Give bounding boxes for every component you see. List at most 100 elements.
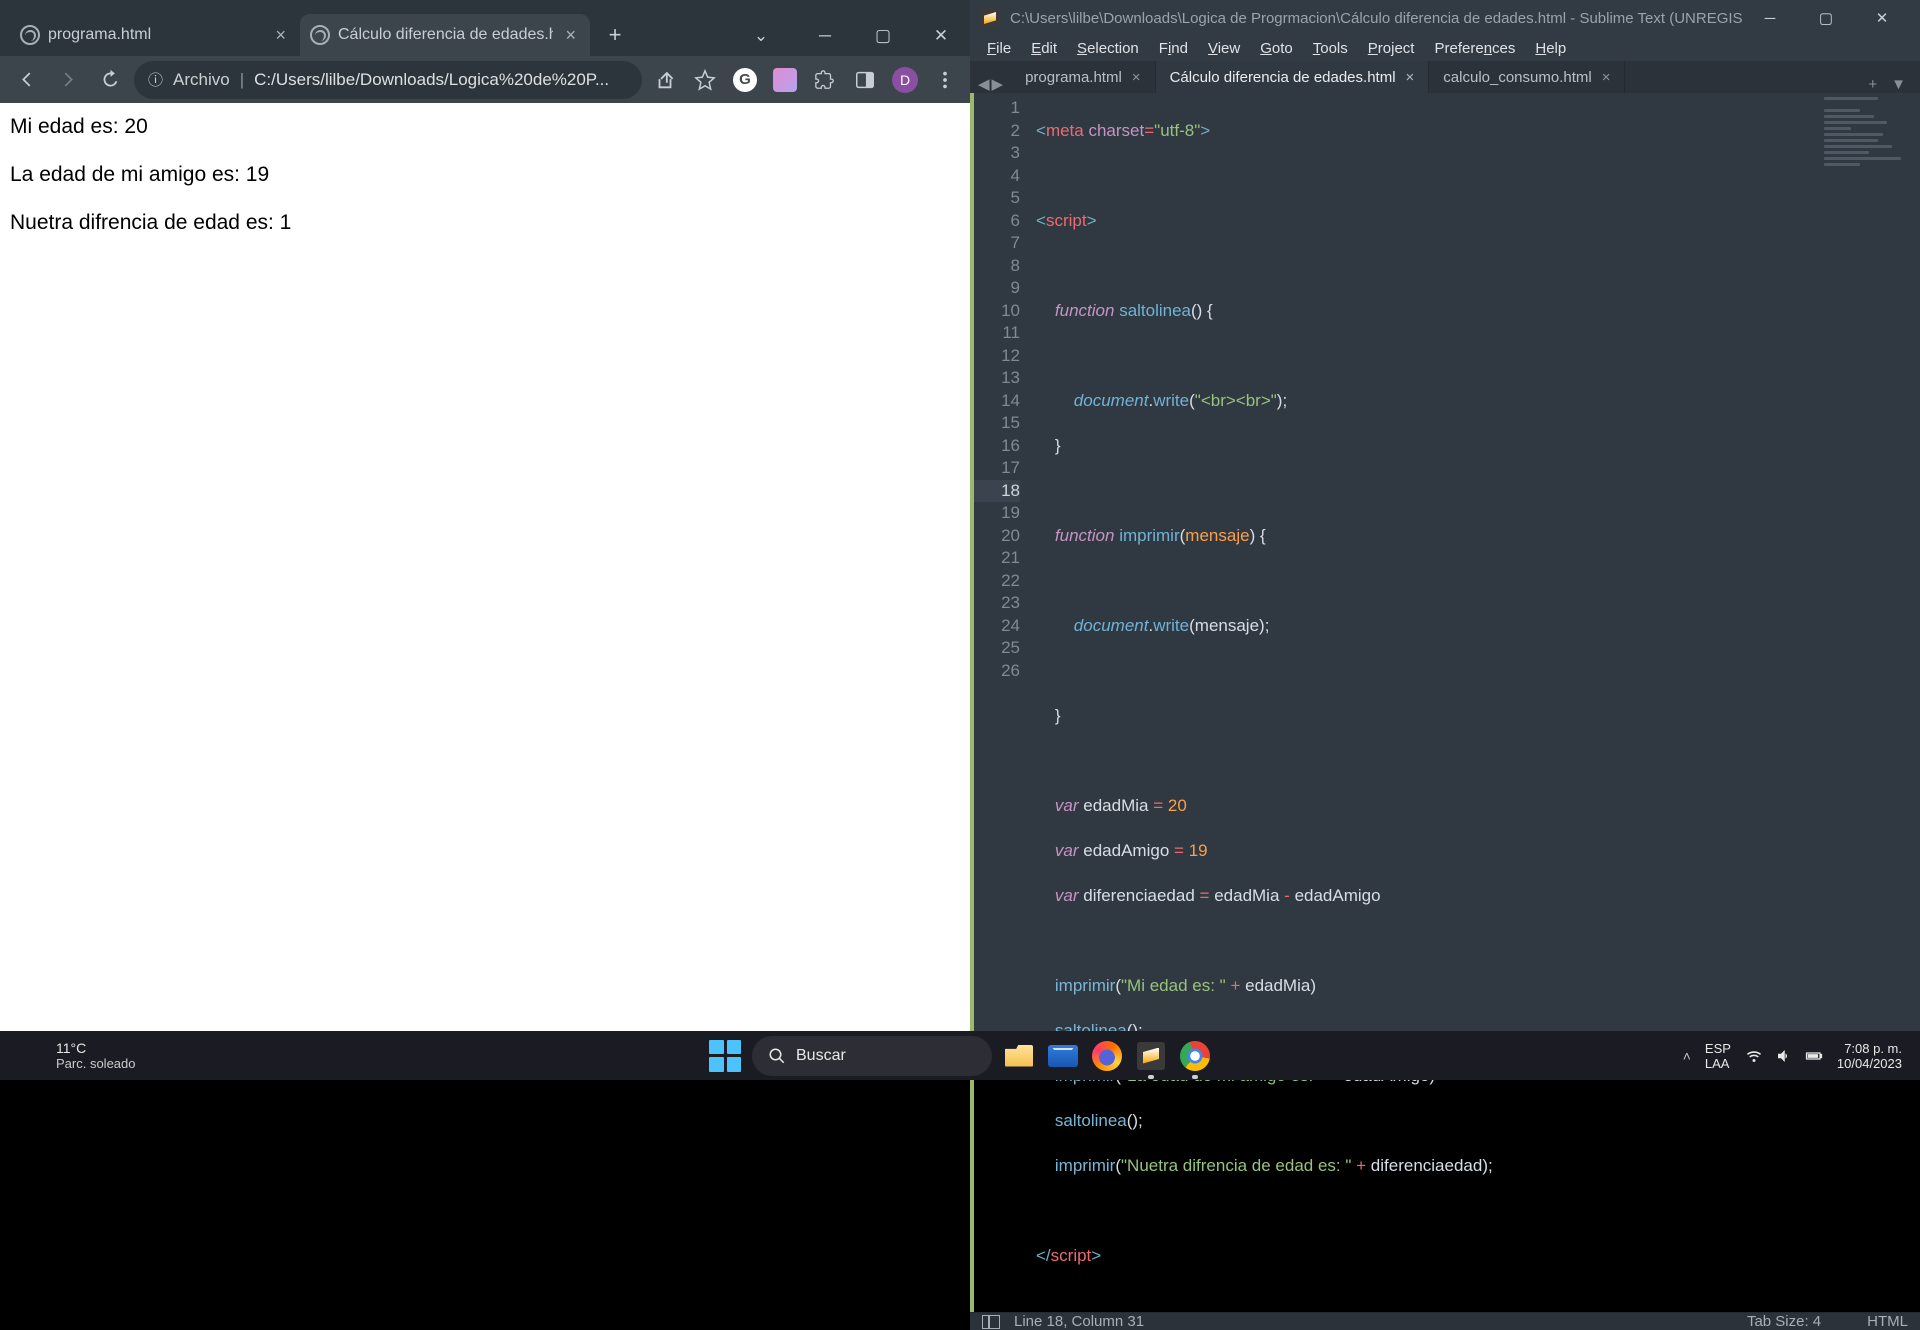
url-scheme: Archivo	[173, 70, 230, 90]
menu-tools[interactable]: Tools	[1304, 36, 1357, 61]
extension-b[interactable]	[768, 63, 802, 97]
taskbar-app-mail[interactable]	[1046, 1039, 1080, 1073]
tab-size[interactable]: Tab Size: 4	[1747, 1313, 1821, 1330]
syntax-mode[interactable]: HTML	[1867, 1313, 1908, 1330]
minimap[interactable]	[1824, 97, 1914, 177]
close-button[interactable]: ✕	[1854, 0, 1910, 36]
taskbar-app-sublime[interactable]	[1134, 1039, 1168, 1073]
start-button[interactable]	[708, 1039, 742, 1073]
tab-nav-arrows: ◀ ▶	[978, 75, 1011, 93]
sublime-logo-icon	[980, 8, 1000, 28]
tab-menu-icon[interactable]: ▼	[1891, 76, 1906, 93]
menu-edit[interactable]: Edit	[1022, 36, 1066, 61]
new-tab-button[interactable]: +	[596, 16, 634, 54]
chrome-titlebar: programa.html × Cálculo diferencia de ed…	[0, 0, 970, 56]
menu-help[interactable]: Help	[1526, 36, 1575, 61]
page-line: Mi edad es: 20	[10, 115, 960, 139]
tab-label: calculo_consumo.html	[1443, 69, 1591, 86]
bookmark-icon[interactable]	[688, 63, 722, 97]
menu-bar: File Edit Selection Find View Goto Tools…	[970, 36, 1920, 61]
url-text: C:/Users/lilbe/Downloads/Logica%20de%20P…	[254, 70, 609, 90]
code-area[interactable]: <meta charset="utf-8"> <script> function…	[1030, 93, 1920, 1312]
info-icon: ⓘ	[148, 69, 163, 90]
menu-preferences[interactable]: Preferences	[1425, 36, 1524, 61]
close-icon[interactable]: ×	[271, 25, 290, 46]
chrome-window: programa.html × Cálculo diferencia de ed…	[0, 0, 970, 1031]
editor-tab-bar: ◀ ▶ programa.html × Cálculo diferencia d…	[970, 61, 1920, 93]
status-bar: Line 18, Column 31 Tab Size: 4 HTML	[970, 1312, 1920, 1330]
close-icon[interactable]: ×	[1406, 69, 1415, 86]
maximize-button[interactable]: ▢	[1798, 0, 1854, 36]
weather-temp: 11°C	[56, 1040, 136, 1056]
battery-icon[interactable]	[1805, 1047, 1823, 1065]
minimize-button[interactable]: ─	[1742, 0, 1798, 36]
sublime-titlebar: C:\Users\lilbe\Downloads\Logica de Progr…	[970, 0, 1920, 36]
globe-icon	[310, 25, 330, 45]
window-title: C:\Users\lilbe\Downloads\Logica de Progr…	[1010, 10, 1742, 27]
menu-icon[interactable]	[928, 63, 962, 97]
taskbar-app-chrome[interactable]	[1178, 1039, 1212, 1073]
taskbar-app-explorer[interactable]	[1002, 1039, 1036, 1073]
line-number-gutter: 12345 678910 1112131415 1617181920 21222…	[974, 93, 1030, 1312]
menu-view[interactable]: View	[1199, 36, 1249, 61]
address-bar[interactable]: ⓘ Archivo | C:/Users/lilbe/Downloads/Log…	[134, 61, 642, 99]
search-placeholder: Buscar	[796, 1047, 846, 1065]
close-icon[interactable]: ×	[561, 25, 580, 46]
menu-project[interactable]: Project	[1359, 36, 1424, 61]
panel-switcher-icon[interactable]	[982, 1315, 1000, 1329]
menu-goto[interactable]: Goto	[1251, 36, 1302, 61]
new-tab-icon[interactable]: +	[1868, 76, 1877, 93]
chrome-tab-1[interactable]: programa.html ×	[10, 14, 300, 56]
page-viewport: Mi edad es: 20 La edad de mi amigo es: 1…	[0, 103, 970, 1031]
maximize-button[interactable]: ▢	[854, 17, 912, 55]
chrome-tab-strip: programa.html × Cálculo diferencia de ed…	[0, 11, 634, 56]
page-line: Nuetra difrencia de edad es: 1	[10, 211, 960, 235]
search-icon	[768, 1047, 786, 1065]
profile-avatar[interactable]: D	[888, 63, 922, 97]
tab-title: Cálculo diferencia de edades.htm	[338, 26, 553, 44]
chrome-tab-2[interactable]: Cálculo diferencia de edades.htm ×	[300, 14, 590, 56]
editor-tab-1[interactable]: programa.html ×	[1011, 61, 1155, 93]
windows-taskbar: 11°C Parc. soleado Buscar ˄ ESP LAA 7:08…	[0, 1031, 1920, 1080]
clock[interactable]: 7:08 p. m. 10/04/2023	[1837, 1041, 1902, 1071]
volume-icon[interactable]	[1775, 1047, 1793, 1065]
menu-selection[interactable]: Selection	[1068, 36, 1148, 61]
system-tray: ˄ ESP LAA 7:08 p. m. 10/04/2023	[1683, 1041, 1920, 1071]
forward-button[interactable]	[50, 62, 86, 98]
tray-overflow-icon[interactable]: ˄	[1683, 1048, 1691, 1064]
editor-tab-2[interactable]: Cálculo diferencia de edades.html ×	[1156, 61, 1430, 93]
code-editor[interactable]: 12345 678910 1112131415 1617181920 21222…	[970, 93, 1920, 1312]
close-button[interactable]: ✕	[912, 17, 970, 55]
tab-title: programa.html	[48, 26, 263, 44]
menu-find[interactable]: Find	[1150, 36, 1197, 61]
window-controls: ─ ▢ ✕	[1742, 0, 1910, 36]
close-icon[interactable]: ×	[1132, 69, 1141, 86]
editor-tab-3[interactable]: calculo_consumo.html ×	[1429, 61, 1625, 93]
extensions-icon[interactable]	[808, 63, 842, 97]
tab-prev-icon[interactable]: ◀	[978, 75, 990, 93]
taskbar-center: Buscar	[708, 1036, 1212, 1076]
share-icon[interactable]	[648, 63, 682, 97]
extension-g[interactable]: G	[728, 63, 762, 97]
back-button[interactable]	[8, 62, 44, 98]
globe-icon	[20, 25, 40, 45]
taskbar-app-firefox[interactable]	[1090, 1039, 1124, 1073]
cursor-position[interactable]: Line 18, Column 31	[1014, 1313, 1144, 1330]
language-indicator[interactable]: ESP LAA	[1705, 1041, 1731, 1071]
reload-button[interactable]	[92, 62, 128, 98]
tab-label: Cálculo diferencia de edades.html	[1170, 69, 1396, 86]
sidepanel-icon[interactable]	[848, 63, 882, 97]
tab-label: programa.html	[1025, 69, 1122, 86]
taskbar-search[interactable]: Buscar	[752, 1036, 992, 1076]
weather-widget[interactable]: 11°C Parc. soleado	[0, 1040, 136, 1072]
weather-desc: Parc. soleado	[56, 1056, 136, 1072]
close-icon[interactable]: ×	[1602, 69, 1611, 86]
page-line: La edad de mi amigo es: 19	[10, 163, 960, 187]
chrome-toolbar: ⓘ Archivo | C:/Users/lilbe/Downloads/Log…	[0, 56, 970, 103]
minimize-button[interactable]: ─	[796, 17, 854, 55]
tab-next-icon[interactable]: ▶	[992, 75, 1004, 93]
menu-file[interactable]: File	[978, 36, 1020, 61]
wifi-icon[interactable]	[1745, 1047, 1763, 1065]
chevron-down-icon[interactable]: ⌄	[732, 17, 790, 55]
window-controls: ⌄ ─ ▢ ✕	[732, 11, 970, 56]
